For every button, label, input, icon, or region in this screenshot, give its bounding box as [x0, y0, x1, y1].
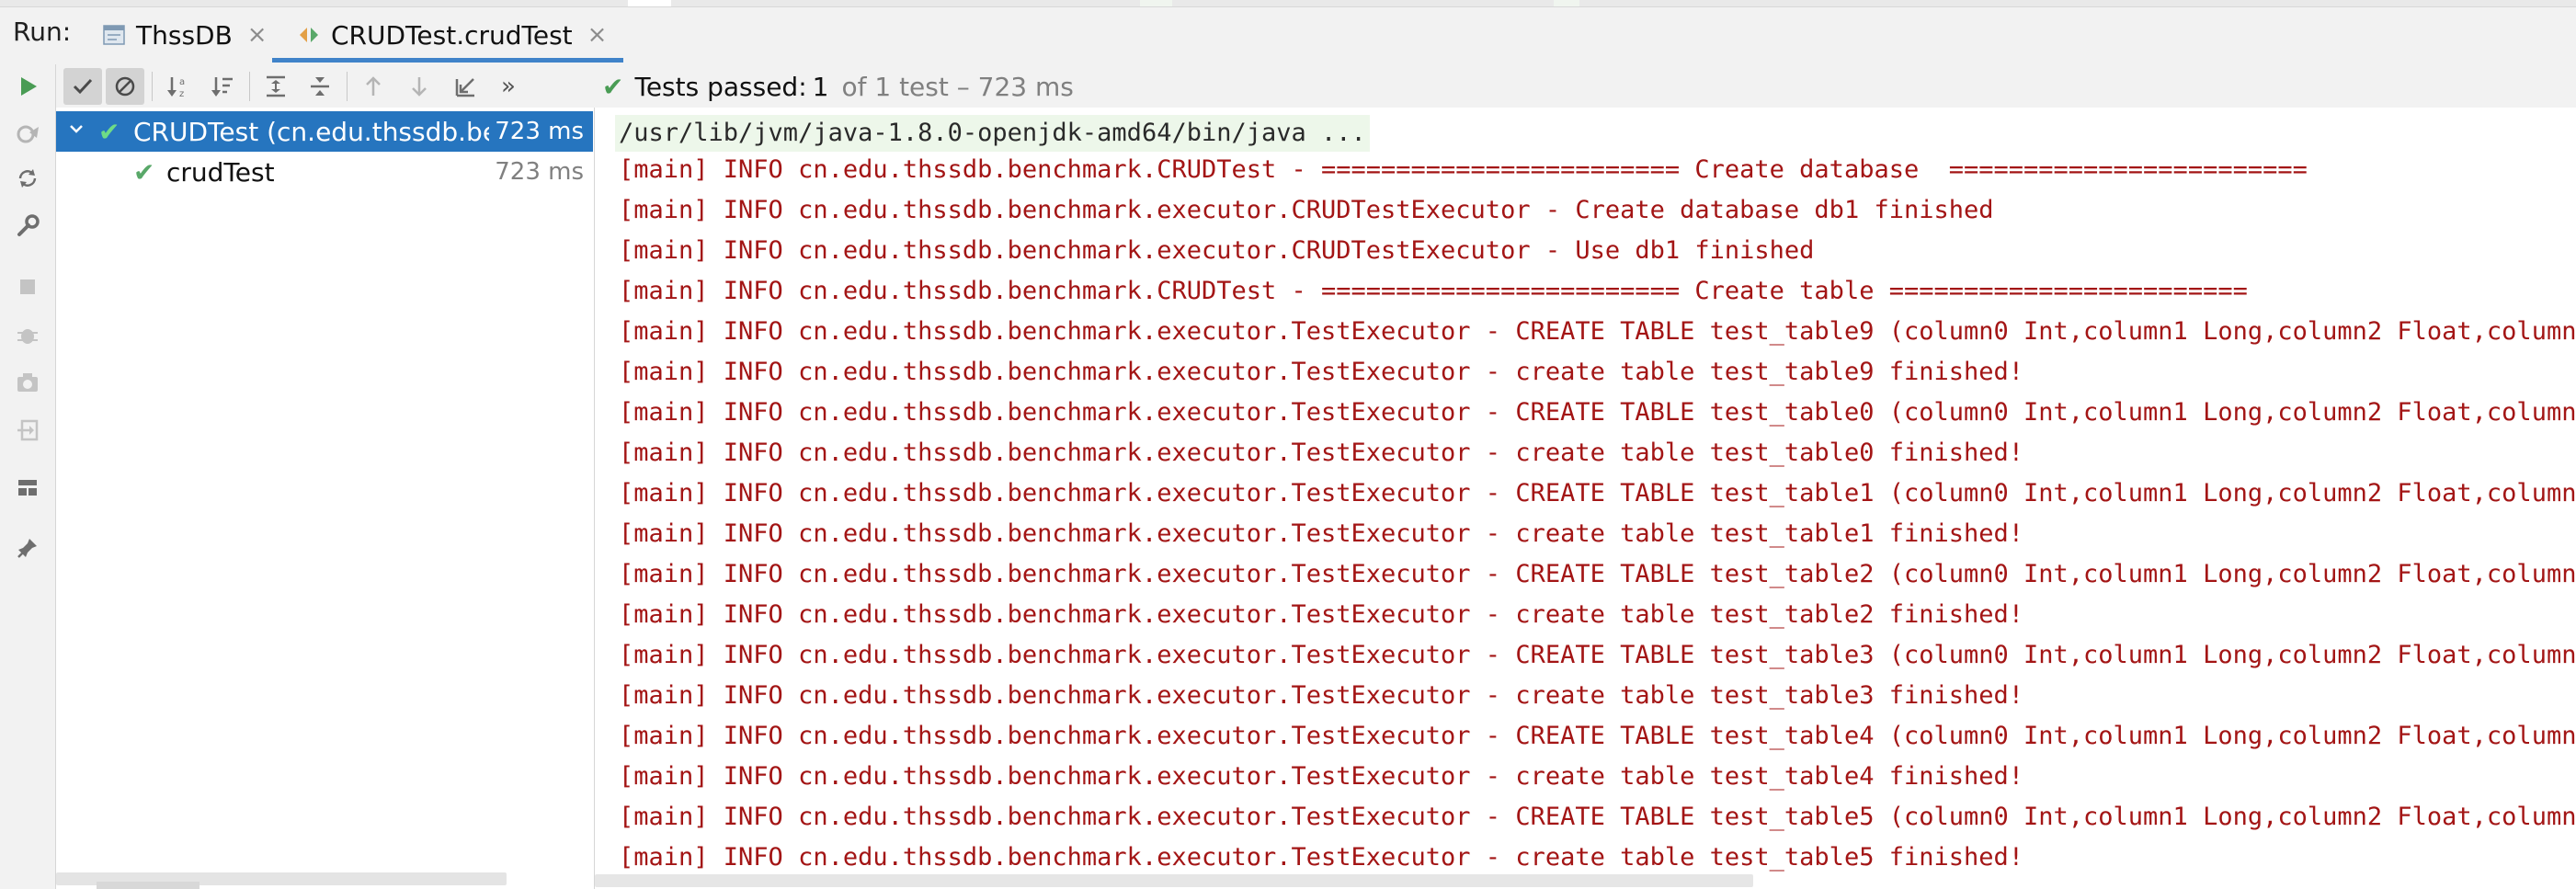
passed-check-icon: ✔: [602, 71, 624, 102]
console-output[interactable]: /usr/lib/jvm/java-1.8.0-openjdk-amd64/bi…: [595, 108, 2576, 889]
rerun-failed-icon[interactable]: [13, 120, 42, 149]
passed-check-icon: ✔: [133, 156, 155, 188]
editor-scroll-strip: [0, 0, 2576, 7]
console-line: [main] INFO cn.edu.thssdb.benchmark.exec…: [619, 398, 2576, 427]
screenshot-icon[interactable]: [13, 368, 42, 397]
pin-icon[interactable]: [13, 533, 42, 563]
settings-wrench-icon[interactable]: [13, 211, 42, 241]
console-line: [main] INFO cn.edu.thssdb.benchmark.exec…: [619, 439, 2024, 467]
passed-check-icon: ✔: [98, 116, 120, 147]
sort-alphabetically-icon[interactable]: az: [159, 68, 198, 105]
console-command-line[interactable]: /usr/lib/jvm/java-1.8.0-openjdk-amd64/bi…: [615, 115, 1370, 152]
console-line: [main] INFO cn.edu.thssdb.benchmark.exec…: [619, 236, 1815, 265]
test-status: ✔ Tests passed: 1 of 1 test – 723 ms: [602, 70, 1074, 103]
show-passed-icon[interactable]: [63, 68, 102, 105]
toggle-auto-test-icon[interactable]: [13, 164, 42, 193]
console-line: [main] INFO cn.edu.thssdb.benchmark.exec…: [619, 479, 2576, 507]
previous-test-icon[interactable]: [354, 68, 393, 105]
app-config-icon: [103, 25, 125, 45]
panel-scroll-thumb[interactable]: [97, 882, 199, 889]
console-line: [main] INFO cn.edu.thssdb.benchmark.exec…: [619, 803, 2576, 831]
debug-icon[interactable]: [13, 320, 42, 349]
console-line: [main] INFO cn.edu.thssdb.benchmark.exec…: [619, 519, 2024, 548]
test-toolbar: az » ✔ Tests passed: 1 of 1 test – 723 m…: [56, 64, 2576, 108]
svg-text:z: z: [179, 89, 184, 99]
import-tests-icon[interactable]: [446, 68, 484, 105]
test-tree: ✔ CRUDTest (cn.edu.thssdb.benchmark) 723…: [56, 108, 595, 889]
stop-icon[interactable]: [13, 272, 42, 302]
console-line: [main] INFO cn.edu.thssdb.benchmark.CRUD…: [619, 155, 2308, 184]
more-icon[interactable]: »: [492, 68, 525, 105]
console-horizontal-scrollbar[interactable]: [595, 874, 1753, 887]
console-line: [main] INFO cn.edu.thssdb.benchmark.exec…: [619, 358, 2024, 386]
svg-text:a: a: [179, 77, 185, 87]
exit-icon[interactable]: [13, 416, 42, 445]
console-line: [main] INFO cn.edu.thssdb.benchmark.exec…: [619, 196, 1994, 224]
close-icon[interactable]: ×: [587, 21, 608, 49]
tab-crudtest-label: CRUDTest.crudTest: [331, 19, 573, 51]
test-class-icon: [300, 28, 318, 42]
layout-icon[interactable]: [13, 473, 42, 502]
show-ignored-icon[interactable]: [106, 68, 144, 105]
run-icon[interactable]: [13, 72, 42, 101]
tab-thssdb[interactable]: ThssDB ×: [101, 7, 268, 63]
console-line: [main] INFO cn.edu.thssdb.benchmark.exec…: [619, 317, 2576, 346]
close-icon[interactable]: ×: [247, 21, 268, 49]
tab-crudtest[interactable]: CRUDTest.crudTest ×: [272, 7, 624, 63]
tree-node-label: crudTest: [166, 156, 275, 188]
console-line: [main] INFO cn.edu.thssdb.benchmark.exec…: [619, 560, 2576, 588]
test-summary: of 1 test – 723 ms: [841, 71, 1074, 102]
console-line: [main] INFO cn.edu.thssdb.benchmark.exec…: [619, 843, 2024, 872]
passed-label: Tests passed:: [634, 71, 807, 102]
console-line: [main] INFO cn.edu.thssdb.benchmark.exec…: [619, 681, 2024, 710]
passed-count: 1: [812, 71, 829, 102]
console-line: [main] INFO cn.edu.thssdb.benchmark.exec…: [619, 600, 2024, 629]
console-line: [main] INFO cn.edu.thssdb.benchmark.exec…: [619, 762, 2024, 791]
left-toolbar: [0, 64, 56, 889]
tab-thssdb-label: ThssDB: [136, 19, 233, 51]
chevron-down-icon[interactable]: [67, 120, 85, 143]
sort-by-duration-icon[interactable]: [203, 68, 242, 105]
tree-node-crudtest[interactable]: ✔ CRUDTest (cn.edu.thssdb.benchmark) 723…: [56, 111, 593, 152]
collapse-all-icon[interactable]: [301, 68, 339, 105]
run-tool-window-header: Run: ThssDB × CRUDTest.crudTest ×: [0, 0, 2576, 65]
tree-node-duration: 723 ms: [495, 158, 584, 186]
next-test-icon[interactable]: [400, 68, 439, 105]
tree-node-crudtest-method[interactable]: ✔ crudTest 723 ms: [56, 152, 593, 192]
tree-node-duration: 723 ms: [489, 118, 584, 145]
console-line: [main] INFO cn.edu.thssdb.benchmark.exec…: [619, 641, 2576, 669]
console-line: [main] INFO cn.edu.thssdb.benchmark.CRUD…: [619, 277, 2248, 305]
active-tab-indicator: [272, 58, 624, 63]
run-label: Run:: [13, 17, 72, 47]
expand-all-icon[interactable]: [256, 68, 295, 105]
console-line: [main] INFO cn.edu.thssdb.benchmark.exec…: [619, 722, 2576, 750]
